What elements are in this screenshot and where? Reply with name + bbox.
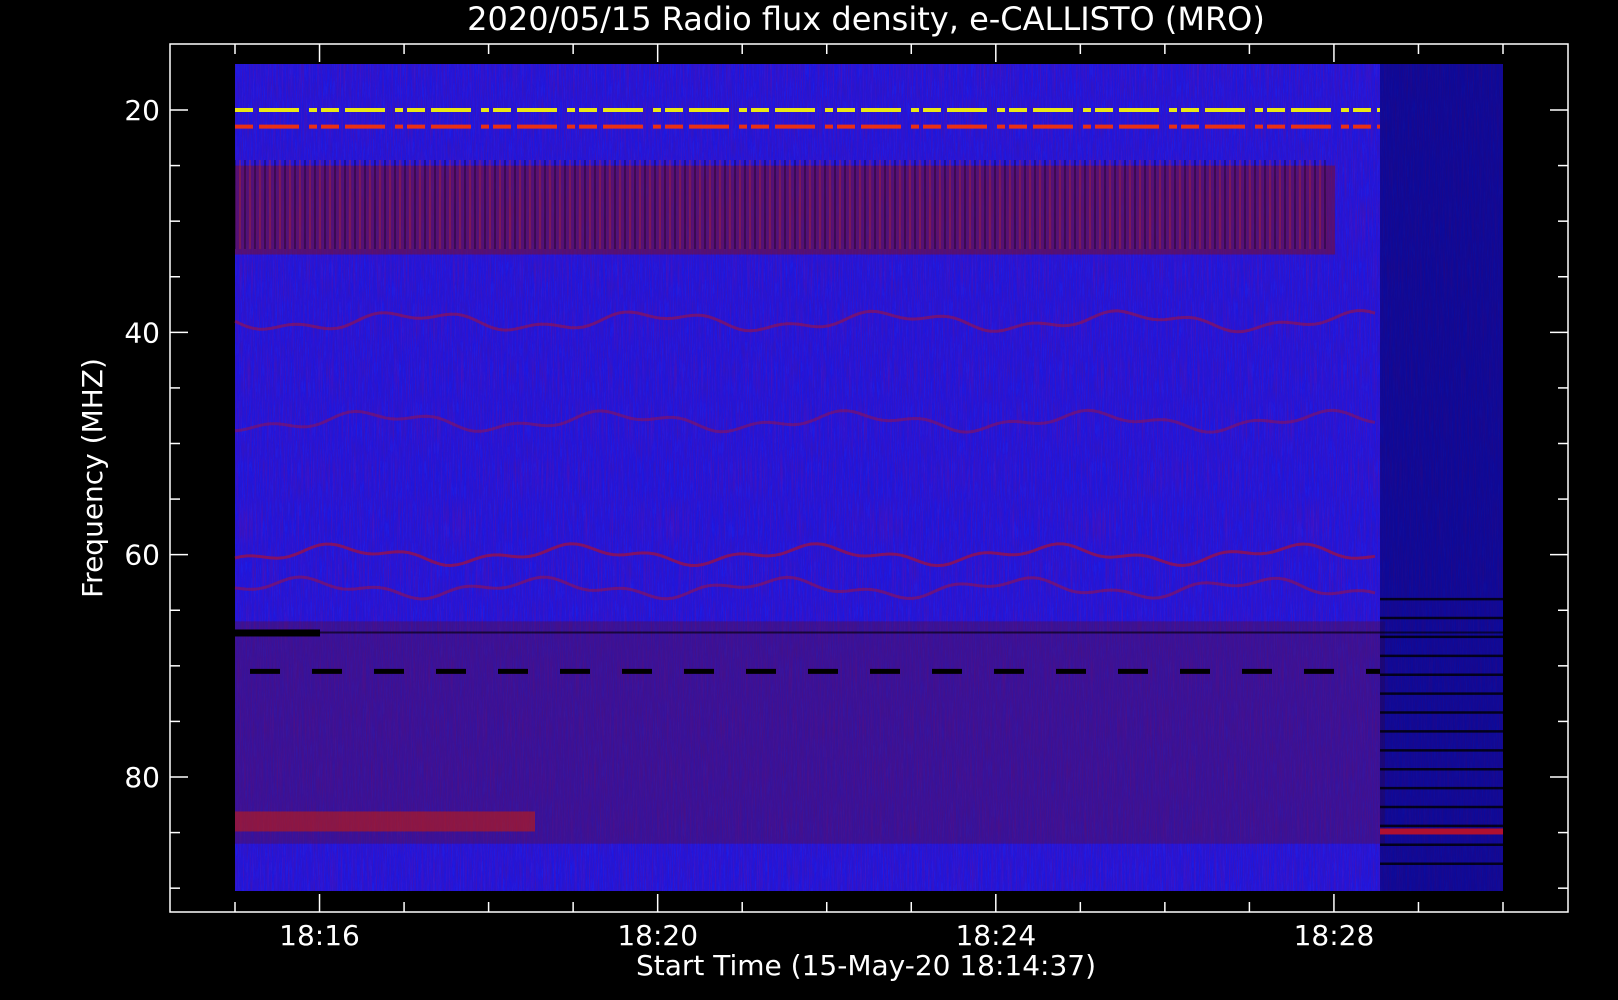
x-tick-label: 18:24 [955,919,1036,952]
spectrogram-image [234,64,1503,891]
x-tick-label: 18:16 [279,919,360,952]
chart-title: 2020/05/15 Radio flux density, e-CALLIST… [467,0,1265,38]
heatmap-band-lower [235,621,1385,844]
spectrogram-chart: 2020/05/15 Radio flux density, e-CALLIST… [76,0,1569,982]
y-axis-label: Frequency (MHZ) [76,358,109,598]
x-tick-label: 18:28 [1294,919,1375,952]
x-axis-label: Start Time (15-May-20 18:14:37) [636,949,1096,982]
heatmap-feature [1380,828,1503,835]
heatmap-dark-region [1380,64,1503,891]
heatmap-feature [235,811,535,832]
y-tick-label: 80 [124,761,160,794]
y-tick-label: 40 [124,316,160,349]
x-tick-label: 18:20 [617,919,698,952]
x-tick-labels: 18:16 18:20 18:24 18:28 [279,919,1374,952]
y-tick-label: 60 [124,539,160,572]
y-tick-labels: 20 40 60 80 [124,94,160,794]
y-tick-label: 20 [124,94,160,127]
